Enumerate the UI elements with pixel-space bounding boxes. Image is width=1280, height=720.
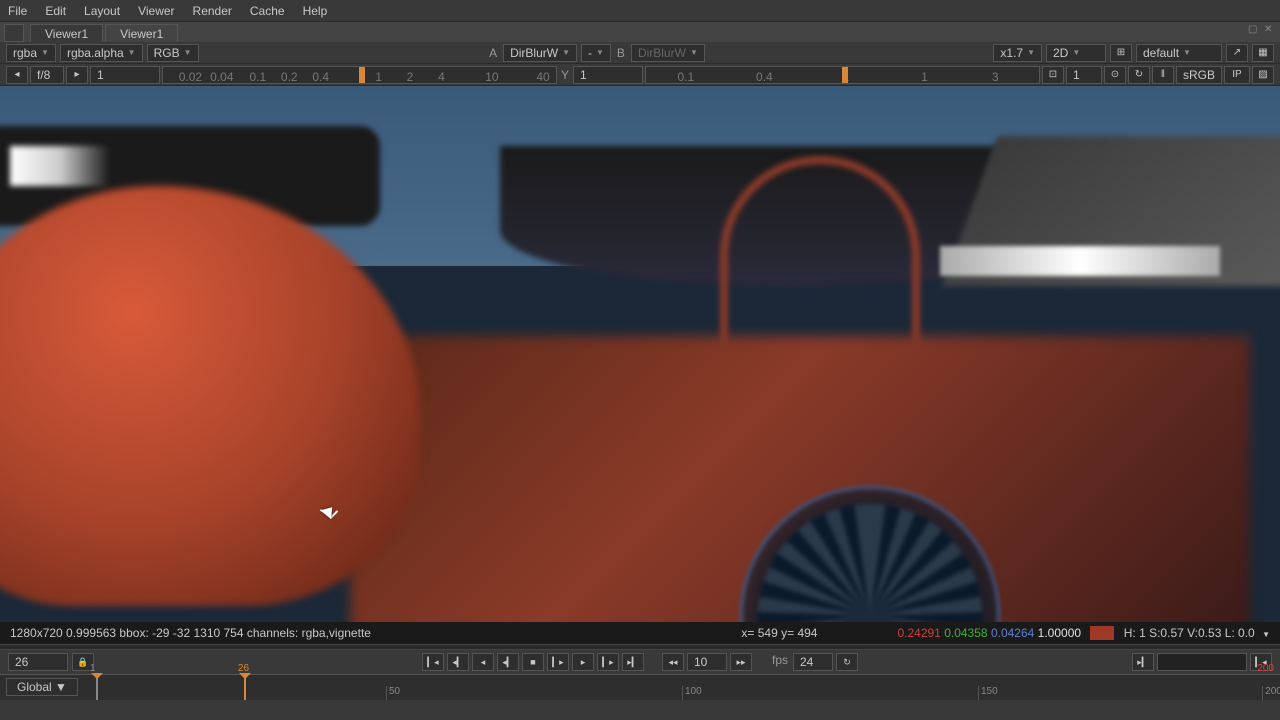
display-dropdown[interactable]: RGB▼ — [147, 44, 199, 62]
tick-50: 50 — [386, 686, 400, 700]
menu-edit[interactable]: Edit — [45, 4, 66, 18]
tick-150: 150 — [978, 686, 998, 700]
input-b-label: B — [615, 46, 627, 60]
tab-viewer1-b[interactable]: Viewer1 — [105, 24, 178, 42]
play-back-button[interactable]: ◂ — [472, 653, 494, 671]
refresh-icon[interactable]: ↻ — [1128, 66, 1150, 84]
current-frame-input[interactable]: 26 — [8, 653, 68, 671]
tab-menu-button[interactable] — [4, 24, 24, 42]
tab-close-icon[interactable]: ✕ — [1264, 24, 1276, 36]
gamma-input[interactable]: 1 — [573, 66, 643, 84]
zoom-dropdown[interactable]: x1.7▼ — [993, 44, 1042, 62]
fps-label: fps — [770, 653, 790, 671]
viewmode-dropdown[interactable]: 2D▼ — [1046, 44, 1106, 62]
downrez-input[interactable]: 1 — [1066, 66, 1102, 84]
input-a-dropdown[interactable]: DirBlurW▼ — [503, 44, 577, 62]
viewer-status-bar: 1280x720 0.999563 bbox: -29 -32 1310 754… — [0, 622, 1280, 644]
wipe-dropdown[interactable]: -▼ — [581, 44, 611, 62]
gamma-slider[interactable]: 0.10.4 11 3 — [645, 66, 1040, 84]
play-fwd-button[interactable]: ▸ — [572, 653, 594, 671]
pixel-r: 0.24291 — [897, 626, 940, 640]
layer-dropdown[interactable]: rgba▼ — [6, 44, 56, 62]
pixel-g: 0.04358 — [944, 626, 987, 640]
lut-dropdown[interactable]: default▼ — [1136, 44, 1222, 62]
timeline[interactable]: Global ▼ 26 1 50 100 150 200 200 — [0, 674, 1280, 700]
menu-layout[interactable]: Layout — [84, 4, 120, 18]
gain-slider[interactable]: 0.020.04 0.10.2 0.41 24 1040 — [162, 66, 557, 84]
pause-icon[interactable]: ‖ — [1152, 66, 1174, 84]
tick-200: 200 — [1262, 686, 1280, 700]
ip-button[interactable]: IP — [1224, 66, 1250, 84]
skip-back-button[interactable]: ◂◂ — [662, 653, 684, 671]
menu-help[interactable]: Help — [303, 4, 328, 18]
step-fwd-button[interactable]: ▎▸ — [547, 653, 569, 671]
input-a-label: A — [487, 46, 499, 60]
colorspace-dropdown[interactable]: sRGB — [1176, 66, 1222, 84]
step-back-button[interactable]: ◂▎ — [497, 653, 519, 671]
prev-frame-icon[interactable]: ◂ — [6, 66, 28, 84]
gpu-icon[interactable]: ⊞ — [1110, 44, 1132, 62]
next-frame-icon[interactable]: ▸ — [66, 66, 88, 84]
tabs-bar: Viewer1 Viewer1 ▢ ✕ — [0, 22, 1280, 42]
skip-fwd-button[interactable]: ▸▸ — [730, 653, 752, 671]
prev-key-button[interactable]: ◂▎ — [447, 653, 469, 671]
loop-button[interactable]: ↻ — [836, 653, 858, 671]
pixel-hsv: H: 1 S:0.57 V:0.53 L: 0.0 — [1124, 626, 1255, 640]
menu-file[interactable]: File — [8, 4, 27, 18]
pixel-coords: x= 549 y= 494 — [741, 626, 817, 640]
input-b-dropdown[interactable]: DirBlurW▼ — [631, 44, 705, 62]
roi-icon[interactable]: ⊙ — [1104, 66, 1126, 84]
pixel-b: 0.04264 — [991, 626, 1034, 640]
skip-input[interactable]: 10 — [687, 653, 727, 671]
menu-cache[interactable]: Cache — [250, 4, 285, 18]
pixel-a: 1.00000 — [1038, 626, 1081, 640]
second-toolbar: ◂ f/8 ▸ 1 0.020.04 0.10.2 0.41 24 1040 Y… — [0, 64, 1280, 86]
gamma-label: Y — [559, 68, 571, 82]
timeline-scope-dropdown[interactable]: Global ▼ — [6, 678, 78, 696]
last-frame-button[interactable]: ▸▎ — [622, 653, 644, 671]
next-key-button[interactable]: ▎▸ — [597, 653, 619, 671]
end-frame: 200 — [1257, 663, 1274, 674]
menu-render[interactable]: Render — [193, 4, 232, 18]
color-swatch — [1090, 626, 1114, 640]
stripes-icon[interactable]: ▨ — [1252, 66, 1274, 84]
range-display[interactable] — [1157, 653, 1247, 671]
fstop-field[interactable]: f/8 — [30, 66, 64, 84]
top-toolbar: rgba▼ rgba.alpha▼ RGB▼ A DirBlurW▼ -▼ B … — [0, 42, 1280, 64]
first-frame-button[interactable]: ▎◂ — [422, 653, 444, 671]
in-point-button[interactable]: ▸▎ — [1132, 653, 1154, 671]
clip-icon[interactable]: ⊡ — [1042, 66, 1064, 84]
overlay-icon[interactable]: ▦ — [1252, 44, 1274, 62]
menubar: File Edit Layout Viewer Render Cache Hel… — [0, 0, 1280, 22]
tick-100: 100 — [682, 686, 702, 700]
menu-viewer[interactable]: Viewer — [138, 4, 174, 18]
image-info: 1280x720 0.999563 bbox: -29 -32 1310 754… — [10, 626, 371, 640]
channel-dropdown[interactable]: rgba.alpha▼ — [60, 44, 143, 62]
viewport[interactable]: 1280x720 0.999563 bbox: -29 -32 1310 754… — [0, 86, 1280, 644]
tab-viewer1-a[interactable]: Viewer1 — [30, 24, 103, 42]
stop-button[interactable]: ■ — [522, 653, 544, 671]
gain-input[interactable]: 1 — [90, 66, 160, 84]
fps-input[interactable]: 24 — [793, 653, 833, 671]
tab-float-icon[interactable]: ▢ — [1248, 24, 1260, 36]
render-icon[interactable]: ↗ — [1226, 44, 1248, 62]
playhead[interactable]: 26 — [244, 675, 246, 700]
playback-bar: 26 🔒 ▎◂ ◂▎ ◂ ◂▎ ■ ▎▸ ▸ ▎▸ ▸▎ ◂◂ 10 ▸▸ fp… — [0, 650, 1280, 674]
